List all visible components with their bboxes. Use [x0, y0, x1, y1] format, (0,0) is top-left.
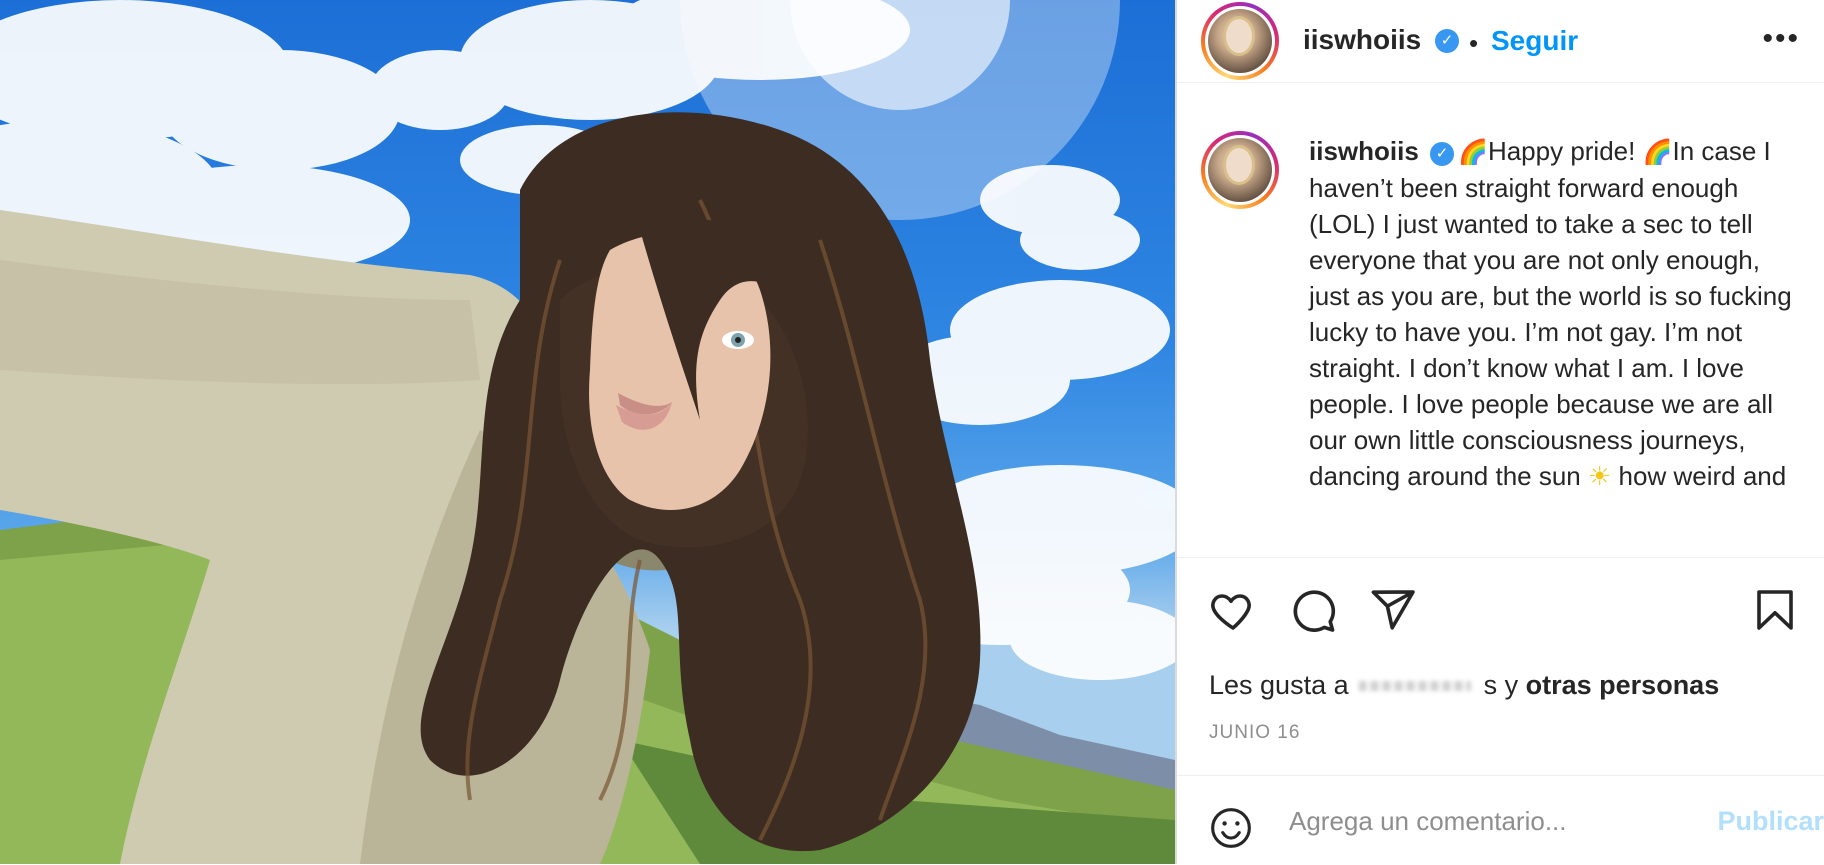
avatar-border [1205, 6, 1275, 76]
avatar-image [1208, 9, 1272, 73]
rainbow-emoji-icon-2: 🌈 [1642, 138, 1673, 166]
caption-avatar-border [1205, 135, 1275, 205]
post-date[interactable]: JUNIO 16 [1209, 722, 1300, 744]
caption-username[interactable]: iiswhoiis [1309, 136, 1419, 166]
likes-others[interactable]: otras personas [1526, 670, 1720, 700]
caption-body-3: how weird and [1611, 461, 1787, 491]
more-options-icon[interactable]: ••• [1762, 22, 1800, 56]
post-photo[interactable] [0, 0, 1175, 864]
bookmark-icon[interactable] [1751, 586, 1799, 634]
caption-body-1: Happy pride! [1487, 136, 1643, 166]
caption-avatar[interactable] [1201, 131, 1279, 209]
post-side-panel: iiswhoiis ✓ • Seguir ••• iiswhoiis ✓ 🌈Hap… [1177, 0, 1824, 864]
separator-dot: • [1469, 28, 1479, 58]
verified-badge-icon: ✓ [1435, 29, 1459, 53]
redacted-username [1349, 677, 1484, 697]
caption-verified-badge-icon: ✓ [1430, 142, 1455, 166]
post-header: iiswhoiis ✓ • Seguir ••• [1177, 0, 1824, 83]
paper-plane-icon[interactable] [1369, 586, 1417, 634]
caption-body-2: In case I haven’t been straight forward … [1309, 136, 1792, 491]
caption-area[interactable]: iiswhoiis ✓ 🌈Happy pride! 🌈In case I have… [1177, 83, 1824, 558]
rainbow-emoji-icon: 🌈 [1458, 138, 1488, 166]
publish-button[interactable]: Publicar [1717, 806, 1824, 837]
caption-avatar-image [1208, 138, 1272, 202]
sun-emoji-icon: ☀ [1588, 461, 1612, 491]
action-bar [1177, 558, 1824, 658]
photo-scene [0, 0, 1175, 864]
comment-bar: Publicar [1177, 775, 1824, 865]
header-username[interactable]: iiswhoiis [1303, 24, 1421, 56]
follow-button[interactable]: Seguir [1491, 25, 1578, 57]
comment-input[interactable] [1287, 798, 1681, 844]
likes-prefix: Les gusta a [1209, 670, 1349, 700]
caption-text: iiswhoiis ✓ 🌈Happy pride! 🌈In case I have… [1309, 133, 1799, 494]
likes-suffix: s y [1483, 670, 1519, 700]
likes-summary[interactable]: Les gusta a s y otras personas [1209, 670, 1719, 701]
smiley-icon[interactable] [1209, 806, 1253, 850]
comment-icon[interactable] [1289, 586, 1337, 634]
avatar[interactable] [1201, 2, 1279, 80]
heart-icon[interactable] [1209, 586, 1257, 634]
